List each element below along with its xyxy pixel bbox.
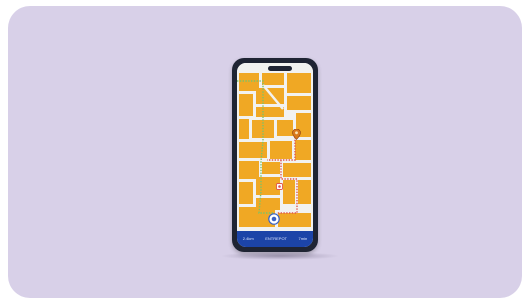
time-label: 7min <box>298 236 308 241</box>
distance-label: 2.4km <box>242 236 254 241</box>
phone-screen: 2.4km ENTREPOT 7min <box>237 63 313 247</box>
phone-mockup: 2.4km ENTREPOT 7min <box>232 58 318 252</box>
map-blocks <box>239 73 311 227</box>
card-background: 2.4km ENTREPOT 7min <box>8 6 522 298</box>
map-view <box>237 63 313 231</box>
red-location-marker-icon <box>276 183 283 190</box>
navigation-bottom-bar: 2.4km ENTREPOT 7min <box>237 231 313 247</box>
status-label: ENTREPOT <box>265 236 287 241</box>
phone-shadow <box>220 252 340 260</box>
orange-map-pin-icon <box>292 129 301 140</box>
blue-location-dot-icon <box>268 213 280 225</box>
city-map <box>237 73 311 227</box>
phone-notch <box>268 66 292 71</box>
